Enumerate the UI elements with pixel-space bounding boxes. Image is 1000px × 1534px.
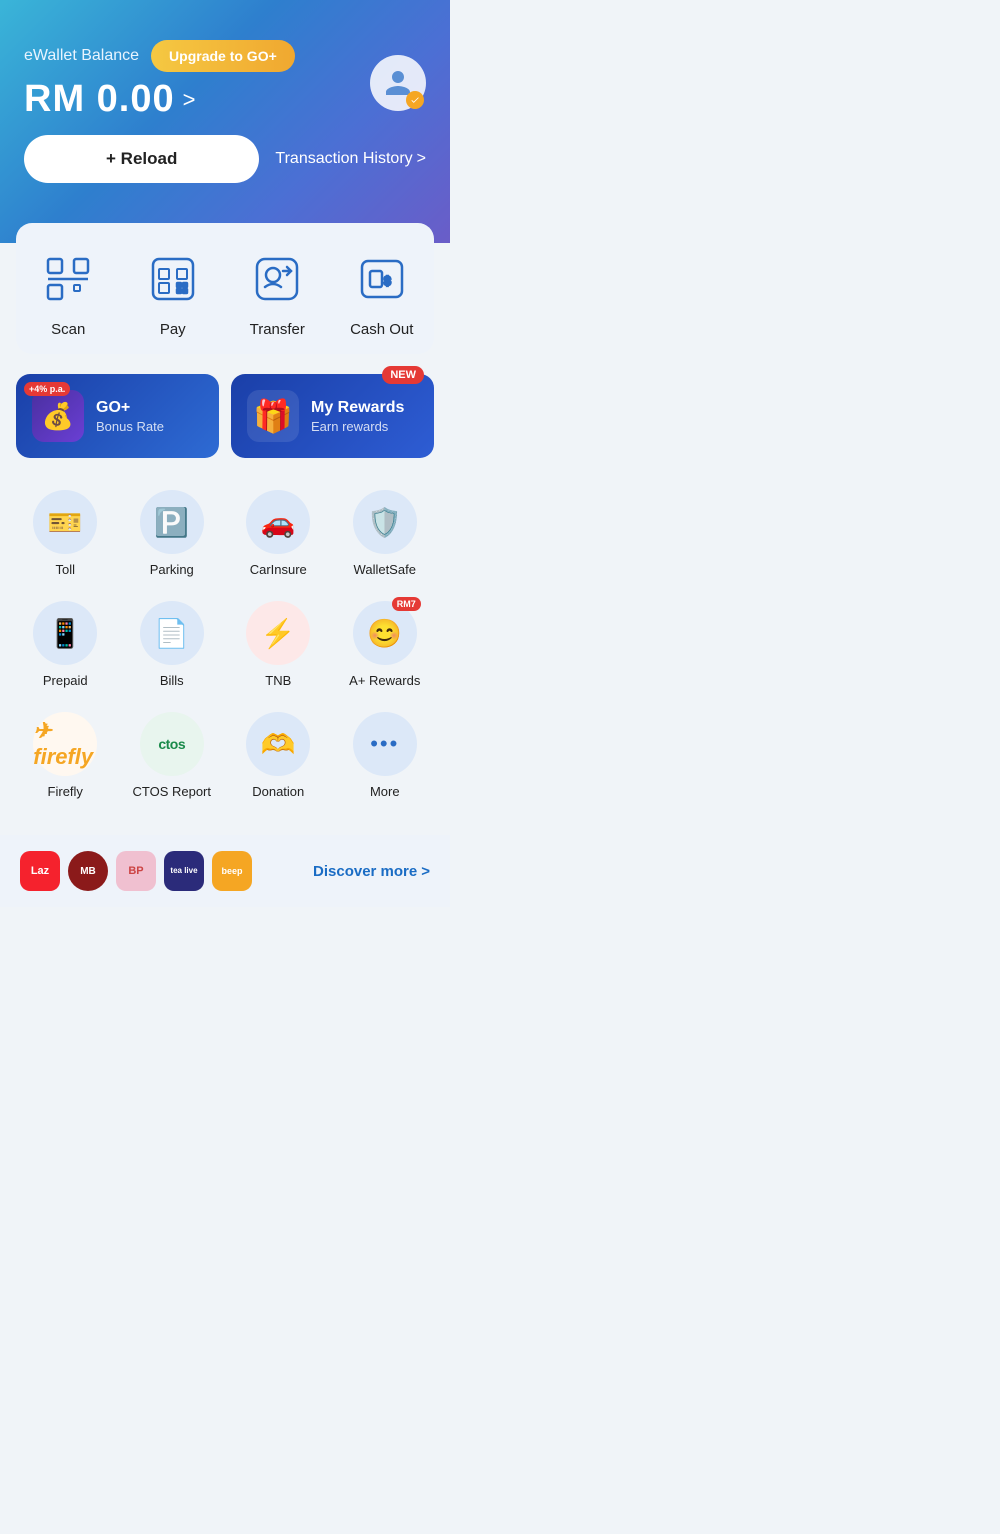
- go-plus-icon: +4% p.a. 💰: [32, 390, 84, 442]
- bills-label: Bills: [160, 673, 184, 688]
- discover-logos: Laz MB BP tea live beep: [20, 851, 252, 891]
- lazada-logo[interactable]: Laz: [20, 851, 60, 891]
- cashout-icon-svg: $: [356, 253, 408, 305]
- svg-text:$: $: [384, 274, 391, 288]
- walletsafe-icon: 🛡️: [353, 490, 417, 554]
- service-tnb[interactable]: ⚡ TNB: [229, 593, 328, 696]
- toll-label: Toll: [55, 562, 75, 577]
- donation-label: Donation: [252, 784, 304, 799]
- pay-action[interactable]: Pay: [141, 247, 205, 338]
- bp-logo[interactable]: BP: [116, 851, 156, 891]
- wallet-label: eWallet Balance: [24, 47, 139, 65]
- services-section: 🎫 Toll 🅿️ Parking 🚗 CarInsure 🛡️ WalletS…: [0, 466, 450, 823]
- promo-section: +4% p.a. 💰 GO+ Bonus Rate NEW 🎁 My Rewar…: [0, 354, 450, 466]
- service-donation[interactable]: 🫶 Donation: [229, 704, 328, 807]
- go-plus-subtitle: Bonus Rate: [96, 419, 164, 434]
- service-parking[interactable]: 🅿️ Parking: [123, 482, 222, 585]
- header-section: eWallet Balance Upgrade to GO+ RM 0.00 >…: [0, 0, 450, 243]
- service-ctos[interactable]: ctos CTOS Report: [123, 704, 222, 807]
- transfer-icon-svg: [251, 253, 303, 305]
- balance-arrow[interactable]: >: [183, 87, 196, 113]
- carinsure-icon: 🚗: [246, 490, 310, 554]
- cashout-icon: $: [350, 247, 414, 311]
- scan-icon-svg: [42, 253, 94, 305]
- cashout-action[interactable]: $ Cash Out: [350, 247, 414, 338]
- arewards-icon: RM7 😊: [353, 601, 417, 665]
- service-prepaid[interactable]: 📱 Prepaid: [16, 593, 115, 696]
- parking-icon: 🅿️: [140, 490, 204, 554]
- firefly-label: Firefly: [48, 784, 83, 799]
- transfer-action[interactable]: Transfer: [245, 247, 309, 338]
- prepaid-icon: 📱: [33, 601, 97, 665]
- service-firefly[interactable]: ✈firefly Firefly: [16, 704, 115, 807]
- pay-label: Pay: [160, 321, 186, 338]
- ctos-label: CTOS Report: [132, 784, 211, 799]
- arewards-badge: RM7: [392, 597, 421, 611]
- beep-logo[interactable]: beep: [212, 851, 252, 891]
- check-icon: [410, 95, 420, 105]
- transfer-icon: [245, 247, 309, 311]
- quick-actions-panel: Scan Pay Transfer: [16, 223, 434, 354]
- service-toll[interactable]: 🎫 Toll: [16, 482, 115, 585]
- prepaid-label: Prepaid: [43, 673, 88, 688]
- tealive-logo[interactable]: tea live: [164, 851, 204, 891]
- more-icon: •••: [353, 712, 417, 776]
- scan-label: Scan: [51, 321, 85, 338]
- parking-label: Parking: [150, 562, 194, 577]
- avatar-verified-badge: [406, 91, 424, 109]
- walletsafe-label: WalletSafe: [354, 562, 416, 577]
- transfer-label: Transfer: [250, 321, 305, 338]
- discover-more-link[interactable]: Discover more >: [313, 863, 430, 880]
- scan-action[interactable]: Scan: [36, 247, 100, 338]
- upgrade-button[interactable]: Upgrade to GO+: [151, 40, 295, 72]
- my-rewards-card[interactable]: NEW 🎁 My Rewards Earn rewards: [231, 374, 434, 458]
- service-walletsafe[interactable]: 🛡️ WalletSafe: [336, 482, 435, 585]
- transaction-history-link[interactable]: Transaction History >: [275, 150, 426, 168]
- bills-icon: 📄: [140, 601, 204, 665]
- service-carinsure[interactable]: 🚗 CarInsure: [229, 482, 328, 585]
- rate-badge: +4% p.a.: [24, 382, 70, 396]
- carinsure-label: CarInsure: [250, 562, 307, 577]
- scan-icon: [36, 247, 100, 311]
- service-a-rewards[interactable]: RM7 😊 A+ Rewards: [336, 593, 435, 696]
- rewards-icon: 🎁: [247, 390, 299, 442]
- arewards-label: A+ Rewards: [349, 673, 420, 688]
- reload-button[interactable]: + Reload: [24, 135, 259, 183]
- pay-icon-svg: [147, 253, 199, 305]
- avatar[interactable]: [370, 55, 426, 111]
- toll-icon: 🎫: [33, 490, 97, 554]
- tnb-icon: ⚡: [246, 601, 310, 665]
- firefly-icon: ✈firefly: [33, 712, 97, 776]
- ctos-icon: ctos: [140, 712, 204, 776]
- cashout-label: Cash Out: [350, 321, 413, 338]
- service-more[interactable]: ••• More: [336, 704, 435, 807]
- go-plus-card[interactable]: +4% p.a. 💰 GO+ Bonus Rate: [16, 374, 219, 458]
- go-plus-title: GO+: [96, 399, 164, 417]
- service-bills[interactable]: 📄 Bills: [123, 593, 222, 696]
- marrybrown-logo[interactable]: MB: [68, 851, 108, 891]
- tnb-label: TNB: [265, 673, 291, 688]
- new-badge: NEW: [382, 366, 424, 384]
- rewards-subtitle: Earn rewards: [311, 419, 404, 434]
- discover-section: Laz MB BP tea live beep Discover more >: [0, 835, 450, 907]
- more-label: More: [370, 784, 400, 799]
- balance-amount: RM 0.00: [24, 78, 175, 121]
- donation-icon: 🫶: [246, 712, 310, 776]
- pay-icon: [141, 247, 205, 311]
- rewards-title: My Rewards: [311, 399, 404, 417]
- services-grid: 🎫 Toll 🅿️ Parking 🚗 CarInsure 🛡️ WalletS…: [16, 482, 434, 807]
